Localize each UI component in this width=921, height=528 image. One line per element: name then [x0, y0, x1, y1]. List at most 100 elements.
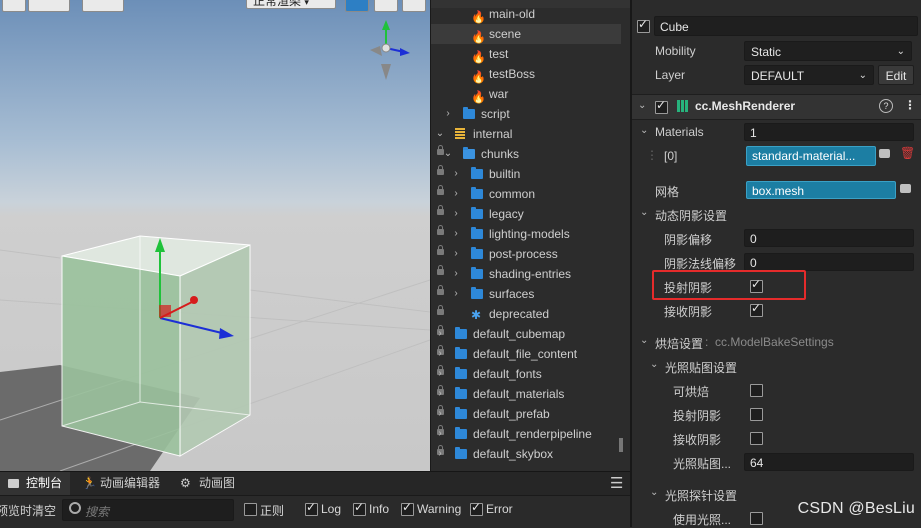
chevron-down-icon[interactable]: ⌄	[640, 125, 648, 136]
tab-animation-graph[interactable]: ⚙ 动画图	[172, 472, 244, 495]
lock-icon[interactable]	[437, 305, 444, 315]
scene-view[interactable]: 正常渲染 ▾	[0, 0, 430, 471]
asset-tree-row[interactable]: › default_file_content	[431, 344, 621, 364]
meshrenderer-header[interactable]: ⌄ cc.MeshRenderer ? ⋮	[632, 94, 921, 120]
asset-tree-row[interactable]: › surfaces	[431, 284, 621, 304]
chevron-right-icon[interactable]: ›	[435, 424, 445, 444]
chevron-right-icon[interactable]: ›	[451, 224, 461, 244]
clear-on-preview-label[interactable]: 预览时清空	[0, 502, 56, 519]
lock-icon[interactable]	[437, 205, 444, 215]
bake-cast-shadow-checkbox[interactable]	[750, 408, 763, 421]
chevron-down-icon[interactable]: ⌄	[638, 100, 646, 111]
chevron-down-icon[interactable]: ⌄	[640, 335, 648, 346]
asset-tree-row[interactable]: › lighting-models	[431, 224, 621, 244]
console-panel[interactable]: 控制台 🏃 动画编辑器 ⚙ 动画图 ☰ 预览时清空 搜索 正则 Log Info Wa…	[0, 471, 630, 528]
asset-tree-row[interactable]: 🔥 scene	[431, 24, 621, 44]
lock-icon[interactable]	[437, 245, 444, 255]
asset-tree-row[interactable]: › common	[431, 184, 621, 204]
material-asset-field[interactable]: standard-material...	[746, 146, 876, 166]
chevron-right-icon[interactable]: ›	[435, 444, 445, 464]
chevron-right-icon[interactable]: ›	[451, 264, 461, 284]
delete-icon[interactable]: 🗑	[900, 146, 915, 160]
mobility-select[interactable]: Static ⌄	[744, 41, 912, 61]
asset-tree-row[interactable]: 🔥 war	[431, 84, 621, 104]
chevron-right-icon[interactable]: ›	[451, 284, 461, 304]
chevron-right-icon[interactable]: ›	[451, 184, 461, 204]
filter-checkbox[interactable]	[244, 503, 257, 516]
chevron-right-icon[interactable]: ›	[435, 324, 445, 344]
chevron-down-icon[interactable]: ⌄	[650, 487, 658, 498]
asset-tree-row[interactable]: › legacy	[431, 204, 621, 224]
layer-edit-button[interactable]: Edit	[878, 65, 914, 85]
lightmap-settings-row[interactable]: ⌄ 光照贴图设置	[632, 354, 921, 378]
filter-checkbox[interactable]	[470, 500, 483, 516]
lock-icon[interactable]	[437, 165, 444, 175]
use-probe-checkbox[interactable]	[750, 512, 763, 525]
chevron-down-icon[interactable]: ⌄	[640, 207, 648, 218]
lock-icon[interactable]	[437, 285, 444, 295]
asset-tree-row[interactable]: › script	[431, 104, 621, 124]
chevron-right-icon[interactable]: ›	[435, 364, 445, 384]
bake-settings-row[interactable]: ⌄ 烘焙设置 : cc.ModelBakeSettings	[632, 330, 921, 354]
asset-tree-row[interactable]: › builtin	[431, 164, 621, 184]
cast-shadow-checkbox[interactable]	[750, 277, 763, 293]
console-search-input[interactable]: 搜索	[62, 499, 234, 521]
asset-tree-row[interactable]: › default_skybox	[431, 444, 621, 464]
filter-checkbox[interactable]	[401, 500, 414, 516]
asset-tree-row[interactable]: › default_fonts	[431, 364, 621, 384]
tab-console[interactable]: 控制台	[0, 472, 70, 495]
more-options-icon[interactable]: ⋮	[904, 98, 916, 112]
asset-tree-row[interactable]: 🔥 testBoss	[431, 64, 621, 84]
assets-panel[interactable]: 🔥 main-old 🔥 scene 🔥 test 🔥 testBoss 🔥 war › script…	[430, 0, 631, 471]
node-active-checkbox[interactable]	[637, 17, 650, 33]
lock-icon[interactable]	[437, 265, 444, 275]
asset-tree-row[interactable]: ⌄ internal	[431, 124, 621, 144]
asset-tree-row[interactable]: › default_materials	[431, 384, 621, 404]
menu-icon[interactable]: ☰	[610, 474, 623, 492]
locate-asset-icon[interactable]	[879, 149, 890, 158]
asset-tree-row[interactable]: › post-process	[431, 244, 621, 264]
asset-tree-row[interactable]: › shading-entries	[431, 264, 621, 284]
chevron-down-icon[interactable]: ⌄	[435, 124, 445, 144]
asset-tree-row[interactable]: ✱ deprecated	[431, 304, 621, 324]
chevron-down-icon[interactable]: ⌄	[650, 359, 658, 370]
asset-tree-row[interactable]: 🔥 test	[431, 44, 621, 64]
tab-animation-editor[interactable]: 🏃 动画编辑器	[72, 472, 164, 495]
lightmap-size-input[interactable]: 64	[744, 453, 914, 471]
chevron-right-icon[interactable]: ›	[435, 384, 445, 404]
drag-handle-icon[interactable]: ⋮	[646, 148, 658, 162]
shadow-bias-input[interactable]: 0	[744, 229, 914, 247]
asset-tree-label: common	[489, 187, 536, 201]
chevron-right-icon[interactable]: ›	[435, 344, 445, 364]
chevron-right-icon[interactable]: ›	[451, 244, 461, 264]
chevron-right-icon[interactable]: ›	[451, 204, 461, 224]
bakeable-checkbox[interactable]	[750, 384, 763, 397]
assets-scrollbar[interactable]	[619, 438, 623, 452]
receive-shadow-checkbox[interactable]	[750, 301, 763, 317]
lock-icon[interactable]	[437, 225, 444, 235]
asset-tree-row[interactable]: › default_cubemap	[431, 324, 621, 344]
chevron-down-icon[interactable]: ⌄	[443, 144, 453, 164]
dynamic-shadow-row[interactable]: ⌄ 动态阴影设置	[632, 202, 921, 226]
chevron-right-icon[interactable]: ›	[451, 164, 461, 184]
help-icon[interactable]: ?	[879, 99, 893, 113]
chevron-right-icon[interactable]: ›	[443, 104, 453, 124]
asset-tree-row[interactable]: ⌄ chunks	[431, 144, 621, 164]
filter-checkbox[interactable]	[353, 500, 366, 516]
node-name-input[interactable]: Cube	[654, 16, 918, 36]
bake-receive-shadow-checkbox[interactable]	[750, 432, 763, 445]
locate-asset-icon[interactable]	[900, 184, 911, 193]
inspector-panel[interactable]: Cube Mobility Static ⌄ Layer DEFAULT ⌄ E…	[630, 0, 921, 527]
filter-checkbox[interactable]	[305, 500, 318, 516]
shadow-normal-bias-input[interactable]: 0	[744, 253, 914, 271]
meshrenderer-enabled-checkbox[interactable]	[655, 98, 668, 114]
asset-tree-row[interactable]: › default_renderpipeline	[431, 424, 621, 444]
folder-icon	[455, 367, 467, 379]
materials-count-input[interactable]: 1	[744, 123, 914, 141]
chevron-right-icon[interactable]: ›	[435, 404, 445, 424]
mesh-asset-field[interactable]: box.mesh	[746, 181, 896, 199]
asset-tree-row[interactable]: › default_prefab	[431, 404, 621, 424]
lock-icon[interactable]	[437, 185, 444, 195]
asset-tree-row[interactable]: 🔥 main-old	[431, 4, 621, 24]
layer-select[interactable]: DEFAULT ⌄	[744, 65, 874, 85]
